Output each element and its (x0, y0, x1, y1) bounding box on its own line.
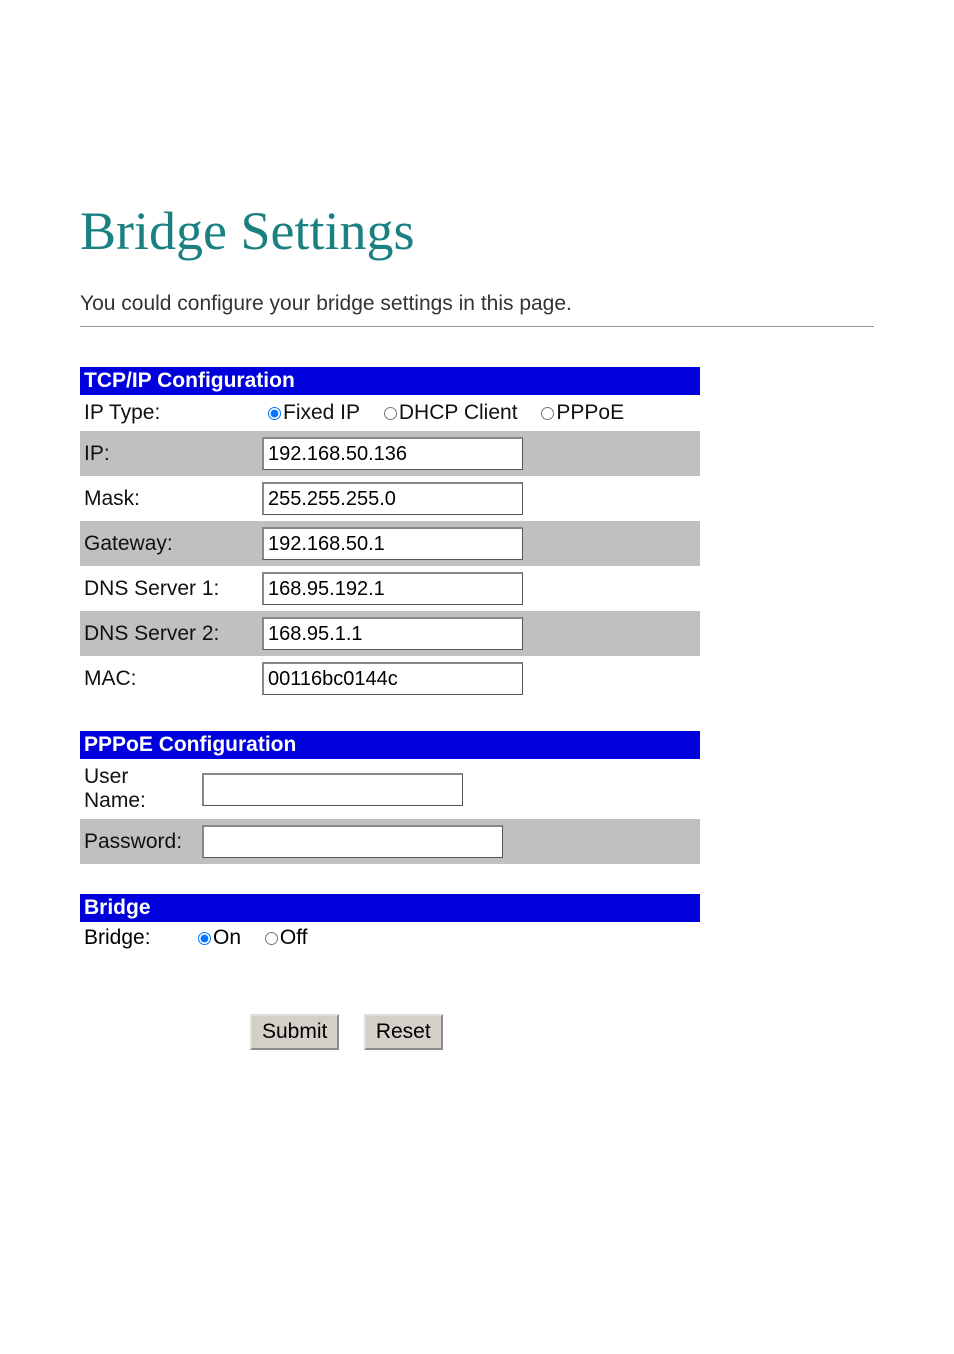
ip-type-fixed-label: Fixed IP (283, 401, 360, 424)
ip-type-label: IP Type: (80, 395, 258, 431)
dns2-label: DNS Server 2: (80, 611, 258, 656)
gateway-label: Gateway: (80, 521, 258, 566)
ip-label: IP: (80, 431, 258, 476)
ip-input[interactable] (262, 437, 523, 470)
bridge-off-radio[interactable] (265, 932, 278, 945)
dns1-label: DNS Server 1: (80, 566, 258, 611)
mask-input[interactable] (262, 482, 523, 515)
bridge-on-radio[interactable] (198, 932, 211, 945)
tcpip-table: TCP/IP Configuration IP Type: Fixed IP D… (80, 367, 700, 701)
username-label: User Name: (80, 759, 198, 819)
ip-type-dhcp-label: DHCP Client (399, 401, 518, 424)
bridge-label: Bridge: (80, 922, 188, 954)
mac-label: MAC: (80, 656, 258, 701)
pppoe-table: PPPoE Configuration User Name: Password: (80, 731, 700, 864)
mask-label: Mask: (80, 476, 258, 521)
page-description: You could configure your bridge settings… (80, 292, 874, 316)
bridge-on-label: On (213, 926, 241, 949)
gateway-input[interactable] (262, 527, 523, 560)
submit-button[interactable]: Submit (250, 1014, 339, 1050)
bridge-header: Bridge (80, 894, 700, 922)
password-label: Password: (80, 819, 198, 864)
ip-type-pppoe-radio[interactable] (541, 407, 554, 420)
bridge-off-label: Off (280, 926, 308, 949)
divider (80, 326, 874, 327)
ip-type-fixed-radio[interactable] (268, 407, 281, 420)
password-input[interactable] (202, 825, 503, 858)
pppoe-header: PPPoE Configuration (80, 731, 700, 759)
reset-button[interactable]: Reset (364, 1014, 443, 1050)
mac-input[interactable] (262, 662, 523, 695)
tcpip-header: TCP/IP Configuration (80, 367, 700, 395)
bridge-table: Bridge Bridge: On Off (80, 894, 700, 954)
ip-type-pppoe-label: PPPoE (556, 401, 624, 424)
dns2-input[interactable] (262, 617, 523, 650)
ip-type-dhcp-radio[interactable] (384, 407, 397, 420)
dns1-input[interactable] (262, 572, 523, 605)
username-input[interactable] (202, 773, 463, 806)
page-title: Bridge Settings (80, 200, 874, 262)
